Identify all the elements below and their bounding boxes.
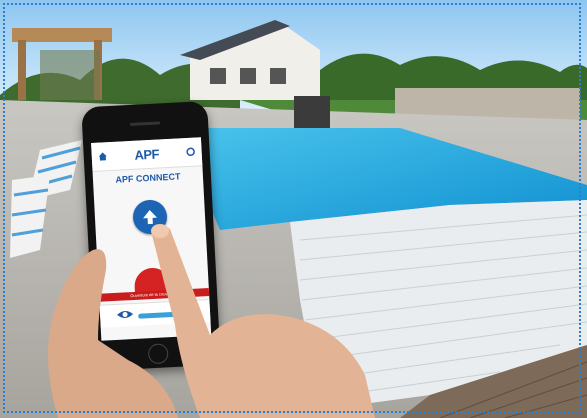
pointing-hand [151,224,375,418]
app-logo: APF [134,145,160,163]
photo-frame: APF APF CONNECT Ouverture de la couvertu… [0,0,587,418]
refresh-icon[interactable] [185,147,196,158]
home-icon[interactable] [98,151,109,162]
phone-speaker [130,121,161,126]
